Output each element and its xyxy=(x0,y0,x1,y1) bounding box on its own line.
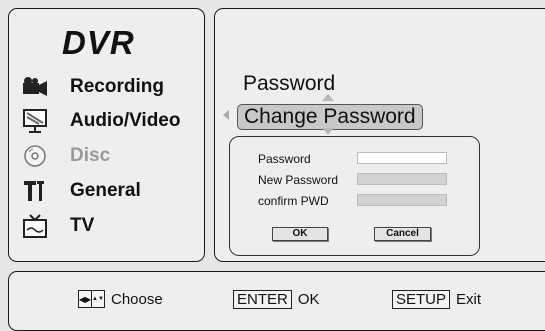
navigation-keys-icon: ◀▶ ▲▼ xyxy=(78,290,105,308)
choose-label: Choose xyxy=(111,290,163,308)
password-field[interactable] xyxy=(357,152,447,164)
confirm-password-label: confirm PWD xyxy=(258,194,329,208)
menu-item-audio-video[interactable]: Audio/Video xyxy=(22,106,180,136)
menu-item-disc[interactable]: Disc xyxy=(22,141,110,171)
setup-action: Exit xyxy=(456,291,482,308)
settings-header: Password xyxy=(243,72,336,95)
app-title: DVR xyxy=(62,24,135,61)
menu-label: General xyxy=(70,180,141,201)
setup-hint: SETUP Exit xyxy=(392,290,481,309)
tools-icon xyxy=(22,178,48,204)
menu-item-recording[interactable]: Recording xyxy=(22,72,164,102)
menu-item-general[interactable]: General xyxy=(22,176,141,206)
setup-key: SETUP xyxy=(392,290,451,309)
password-label: Password xyxy=(258,152,311,166)
scroll-down-icon[interactable] xyxy=(322,128,334,135)
menu-label: TV xyxy=(70,215,95,236)
menu-item-tv[interactable]: TV xyxy=(22,211,94,241)
back-arrow-icon[interactable] xyxy=(223,110,229,120)
disc-icon xyxy=(22,143,48,169)
monitor-icon xyxy=(22,108,48,134)
cancel-button[interactable]: Cancel xyxy=(374,227,431,241)
confirm-password-field[interactable] xyxy=(357,194,447,206)
camcorder-icon xyxy=(22,74,48,100)
new-password-field[interactable] xyxy=(357,173,447,185)
menu-label: Audio/Video xyxy=(70,110,181,131)
new-password-label: New Password xyxy=(258,173,339,187)
enter-hint: ENTER OK xyxy=(233,290,320,309)
selected-option[interactable]: Change Password xyxy=(237,104,423,130)
scroll-up-icon[interactable] xyxy=(322,94,334,101)
menu-label: Recording xyxy=(70,76,164,97)
ok-button[interactable]: OK xyxy=(272,227,328,241)
tv-icon xyxy=(22,213,48,239)
menu-label: Disc xyxy=(70,145,111,166)
choose-hint: ◀▶ ▲▼ Choose xyxy=(78,290,163,308)
enter-key: ENTER xyxy=(233,290,292,309)
enter-action: OK xyxy=(297,291,320,308)
